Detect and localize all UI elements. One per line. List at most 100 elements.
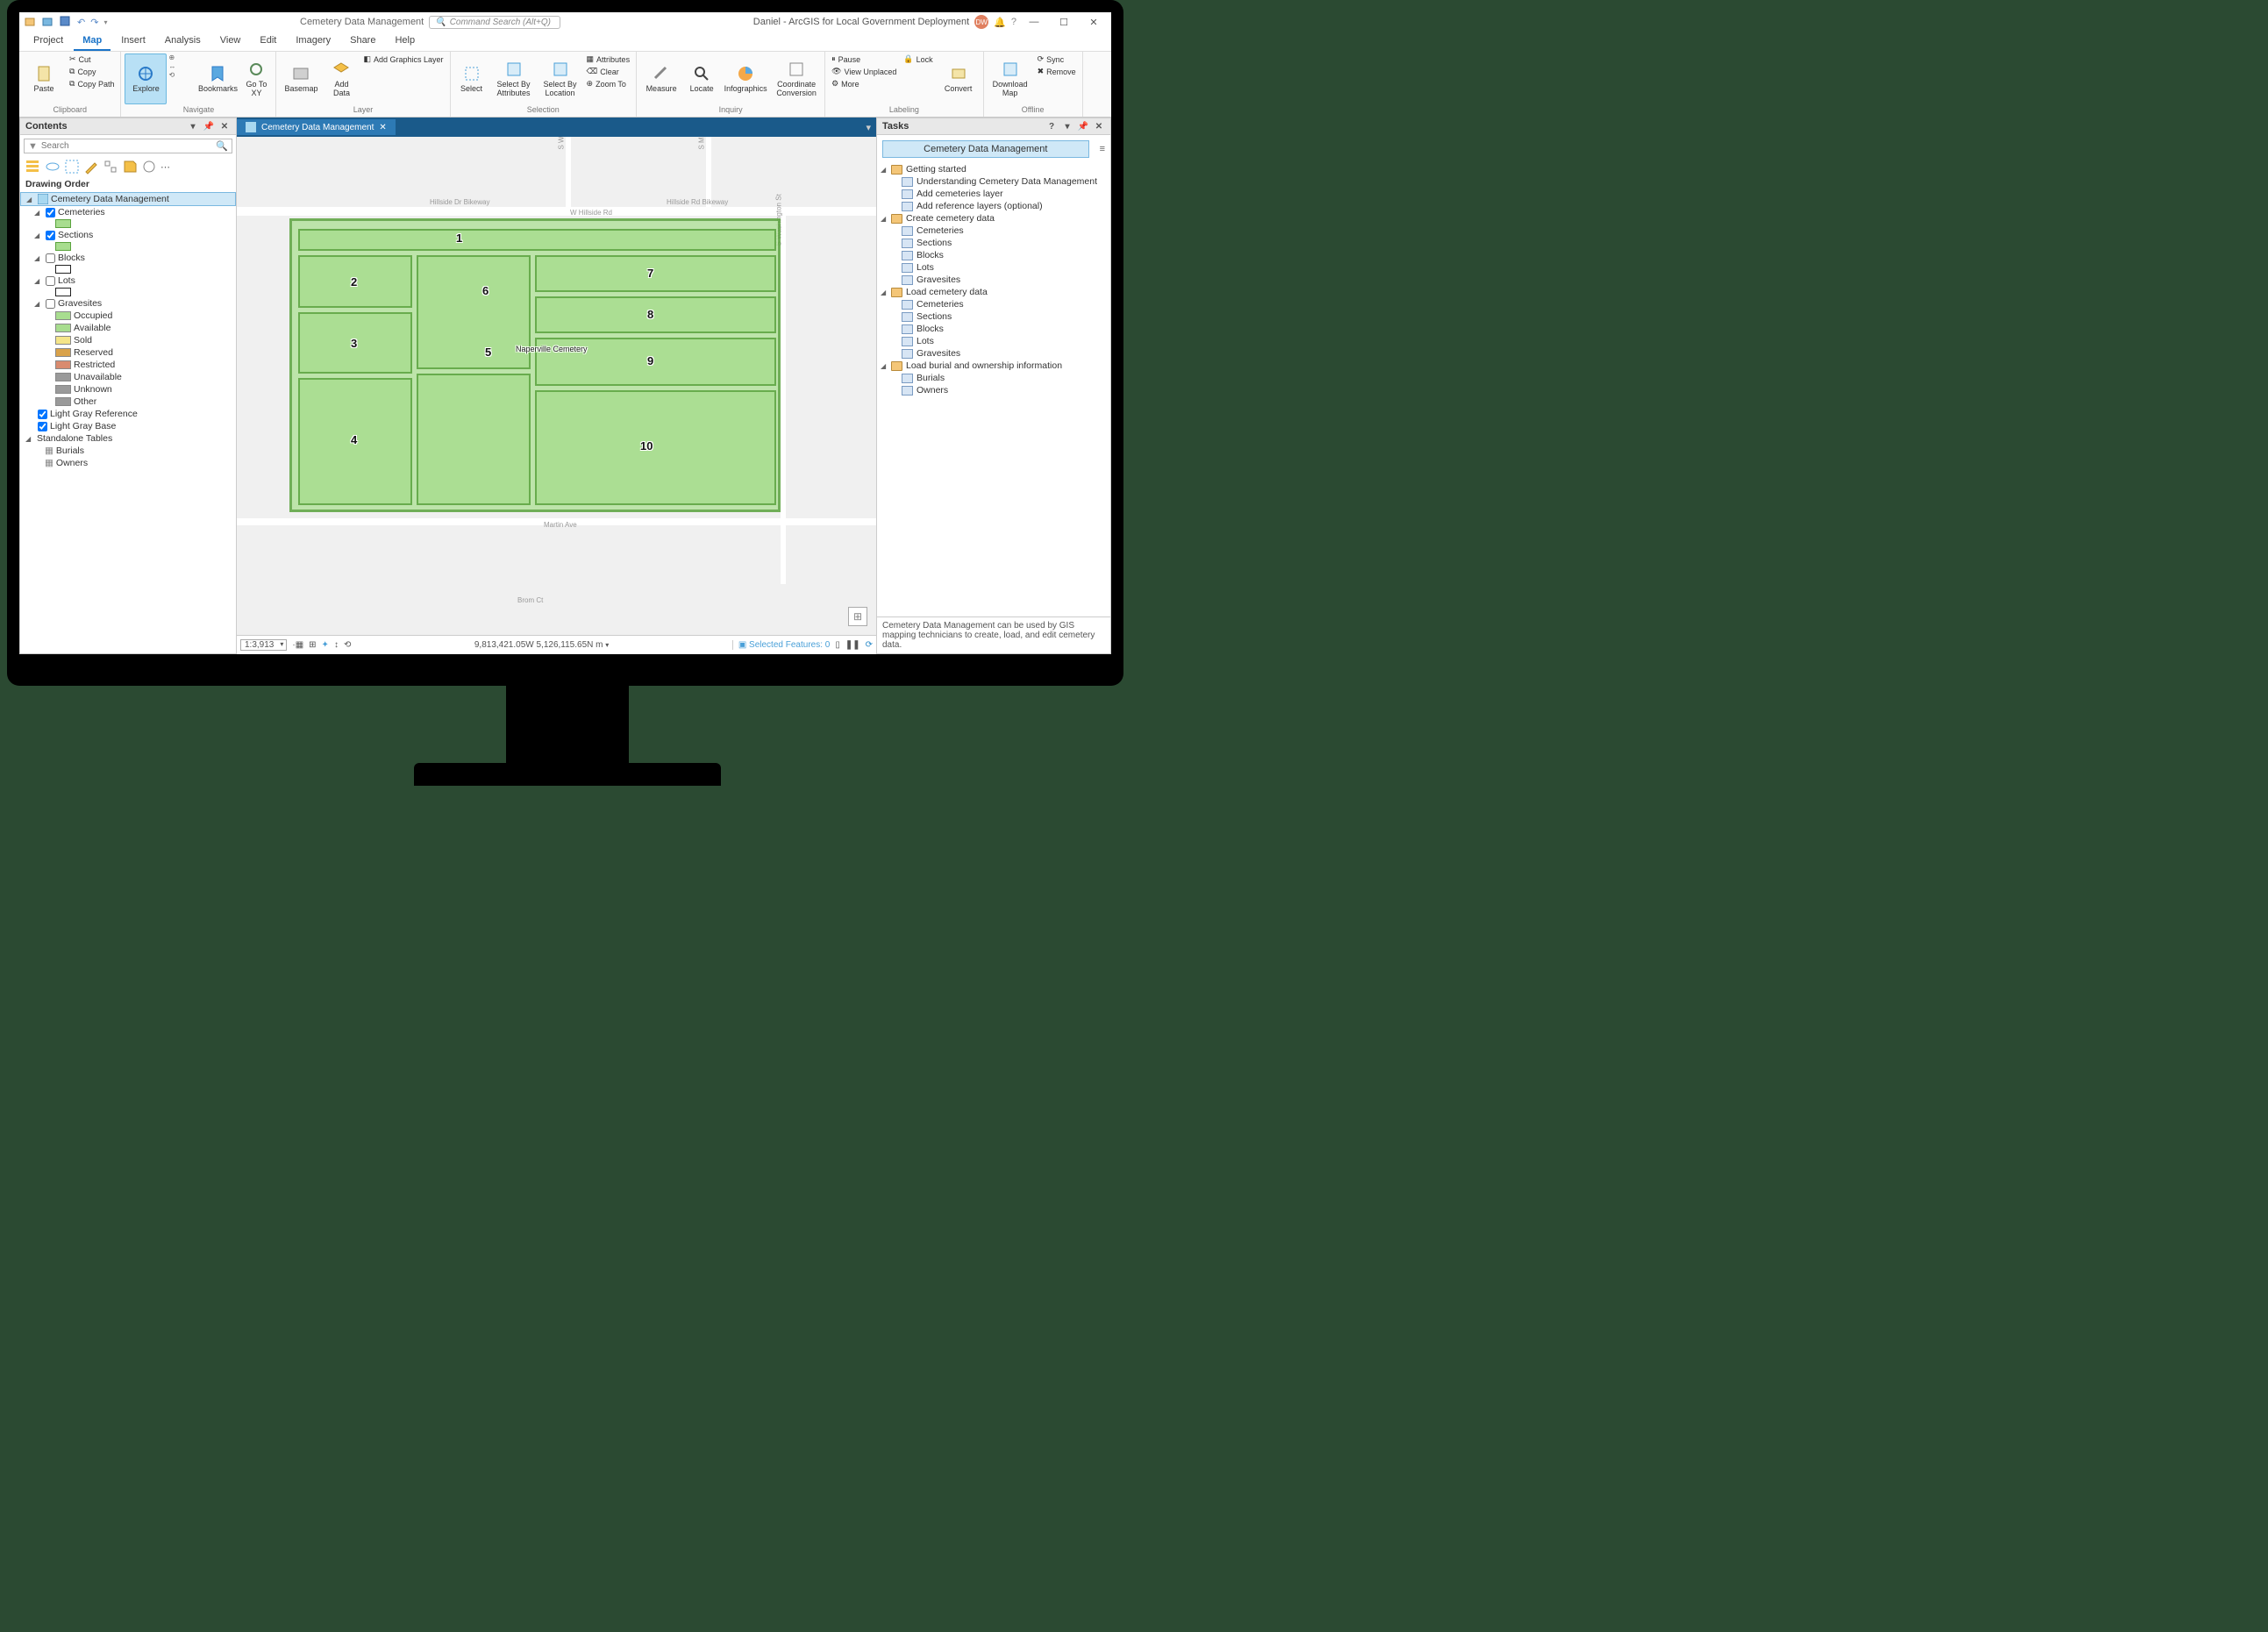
task-group[interactable]: ◢Create cemetery data <box>881 212 1107 224</box>
task-item[interactable]: Gravesites <box>881 274 1107 286</box>
remove-button[interactable]: ✖Remove <box>1035 66 1079 77</box>
coordinate-conversion-button[interactable]: Coordinate Conversion <box>772 53 821 104</box>
list-by-selection-icon[interactable] <box>64 159 80 175</box>
tab-view[interactable]: View <box>211 32 250 51</box>
gravesite-class[interactable]: Available <box>20 322 236 334</box>
refresh-icon[interactable]: ⟳ <box>866 640 873 650</box>
select-by-location-button[interactable]: Select By Location <box>538 53 582 104</box>
close-button[interactable]: ✕ <box>1081 17 1106 28</box>
map-view-tab[interactable]: Cemetery Data Management ✕ <box>237 119 396 135</box>
qat-more-icon[interactable]: ▾ <box>103 18 107 26</box>
standalone-tables-node[interactable]: ◢Standalone Tables <box>20 432 236 445</box>
open-icon[interactable] <box>42 16 54 28</box>
goto-xy-button[interactable]: Go To XY <box>240 53 272 104</box>
lock-labeling-button[interactable]: 🔒Lock <box>901 53 935 65</box>
task-menu-icon[interactable]: ≡ <box>1095 144 1110 154</box>
view-menu-icon[interactable]: ▾ <box>860 122 876 133</box>
explore-button[interactable]: Explore <box>125 53 167 104</box>
layer-checkbox[interactable] <box>38 410 47 419</box>
tab-map[interactable]: Map <box>74 32 111 51</box>
task-group[interactable]: ◢Load cemetery data <box>881 286 1107 298</box>
layer-checkbox[interactable] <box>46 299 55 309</box>
gravesite-class[interactable]: Restricted <box>20 359 236 371</box>
pane-pin-icon[interactable]: 📌 <box>1077 122 1089 132</box>
tab-project[interactable]: Project <box>25 32 72 51</box>
pane-close-icon[interactable]: ✕ <box>1093 122 1105 132</box>
paste-button[interactable]: Paste <box>23 53 65 104</box>
command-search[interactable]: 🔍 Command Search (Alt+Q) <box>429 16 560 29</box>
bookmarks-button[interactable]: Bookmarks <box>196 53 239 104</box>
selection-count[interactable]: ▣ Selected Features: 0 <box>732 640 831 650</box>
layer-cemeteries[interactable]: ◢Cemeteries <box>20 206 236 218</box>
save-icon[interactable] <box>60 16 72 28</box>
pane-close-icon[interactable]: ✕ <box>218 122 231 132</box>
tab-analysis[interactable]: Analysis <box>156 32 210 51</box>
layer-checkbox[interactable] <box>46 231 55 240</box>
user-label[interactable]: Daniel - ArcGIS for Local Government Dep… <box>753 17 969 27</box>
list-by-labeling-icon[interactable] <box>122 159 138 175</box>
notifications-icon[interactable]: 🔔 <box>994 17 1006 28</box>
download-map-button[interactable]: Download Map <box>988 53 1033 104</box>
nav-tool-icon[interactable]: ⊕ <box>168 53 195 61</box>
layer-checkbox[interactable] <box>46 253 55 263</box>
layer-ref1[interactable]: Light Gray Reference <box>20 408 236 420</box>
status-tool-icon[interactable]: ⟲ <box>344 640 351 650</box>
user-avatar[interactable]: DW <box>974 15 988 29</box>
close-tab-icon[interactable]: ✕ <box>379 123 386 132</box>
gravesite-class[interactable]: Unavailable <box>20 371 236 383</box>
add-data-button[interactable]: Add Data <box>324 53 359 104</box>
status-tool-icon[interactable]: ·▦ <box>292 640 303 650</box>
zoom-to-button[interactable]: ⊕Zoom To <box>584 78 633 89</box>
task-item[interactable]: Add reference layers (optional) <box>881 200 1107 212</box>
cut-button[interactable]: ✂Cut <box>67 53 117 65</box>
navigator-icon[interactable]: ⊞ <box>848 607 867 626</box>
toolbar-more-icon[interactable]: ⋯ <box>160 161 170 173</box>
status-tool-icon[interactable]: ▯ <box>835 640 840 650</box>
status-tool-icon[interactable]: ↕ <box>334 640 339 650</box>
gravesite-class[interactable]: Unknown <box>20 383 236 396</box>
task-item[interactable]: Blocks <box>881 323 1107 335</box>
layer-checkbox[interactable] <box>38 422 47 431</box>
status-tool-icon[interactable]: ✦ <box>322 640 329 650</box>
nav-tool-icon[interactable]: ⟲ <box>168 71 195 79</box>
task-item[interactable]: Burials <box>881 372 1107 384</box>
pane-pin-icon[interactable]: 📌 <box>203 122 215 132</box>
contents-search[interactable]: ▼ 🔍 <box>24 139 232 153</box>
layer-lots[interactable]: ◢Lots <box>20 274 236 287</box>
map-canvas[interactable]: Hillside Dr Bikeway W Hillside Rd Hillsi… <box>237 137 876 635</box>
layer-checkbox[interactable] <box>46 208 55 217</box>
gravesite-class[interactable]: Reserved <box>20 346 236 359</box>
list-by-source-icon[interactable] <box>45 159 61 175</box>
basemap-button[interactable]: Basemap <box>280 53 322 104</box>
task-item[interactable]: Add cemeteries layer <box>881 188 1107 200</box>
pause-drawing-icon[interactable]: ❚❚ <box>845 640 860 650</box>
layer-ref2[interactable]: Light Gray Base <box>20 420 236 432</box>
more-labeling-button[interactable]: ⚙More <box>829 78 899 89</box>
attributes-button[interactable]: ▦Attributes <box>584 53 633 65</box>
maximize-button[interactable]: ☐ <box>1052 17 1076 28</box>
pane-menu-icon[interactable]: ▾ <box>1061 122 1073 132</box>
pane-help-icon[interactable]: ? <box>1045 122 1058 132</box>
scale-selector[interactable]: 1:3,913 <box>240 639 287 651</box>
list-by-editing-icon[interactable] <box>83 159 99 175</box>
minimize-button[interactable]: — <box>1022 17 1046 27</box>
tab-imagery[interactable]: Imagery <box>287 32 339 51</box>
task-item[interactable]: Lots <box>881 335 1107 347</box>
task-item[interactable]: Gravesites <box>881 347 1107 360</box>
list-by-perspective-icon[interactable] <box>141 159 157 175</box>
list-by-drawing-order-icon[interactable] <box>25 159 41 175</box>
map-node[interactable]: ◢Cemetery Data Management <box>20 192 236 206</box>
status-tool-icon[interactable]: ⊞ <box>309 640 316 650</box>
contents-search-input[interactable] <box>41 141 212 151</box>
task-item[interactable]: Cemeteries <box>881 224 1107 237</box>
tab-insert[interactable]: Insert <box>112 32 154 51</box>
locate-button[interactable]: Locate <box>684 53 719 104</box>
task-item[interactable]: Lots <box>881 261 1107 274</box>
help-icon[interactable]: ? <box>1011 17 1016 27</box>
pause-labeling-button[interactable]: ⏸Pause <box>829 53 899 65</box>
add-graphics-button[interactable]: ◧Add Graphics Layer <box>360 53 446 65</box>
select-by-attributes-button[interactable]: Select By Attributes <box>491 53 537 104</box>
layer-blocks[interactable]: ◢Blocks <box>20 252 236 264</box>
task-item[interactable]: Blocks <box>881 249 1107 261</box>
sync-button[interactable]: ⟳Sync <box>1035 53 1079 65</box>
